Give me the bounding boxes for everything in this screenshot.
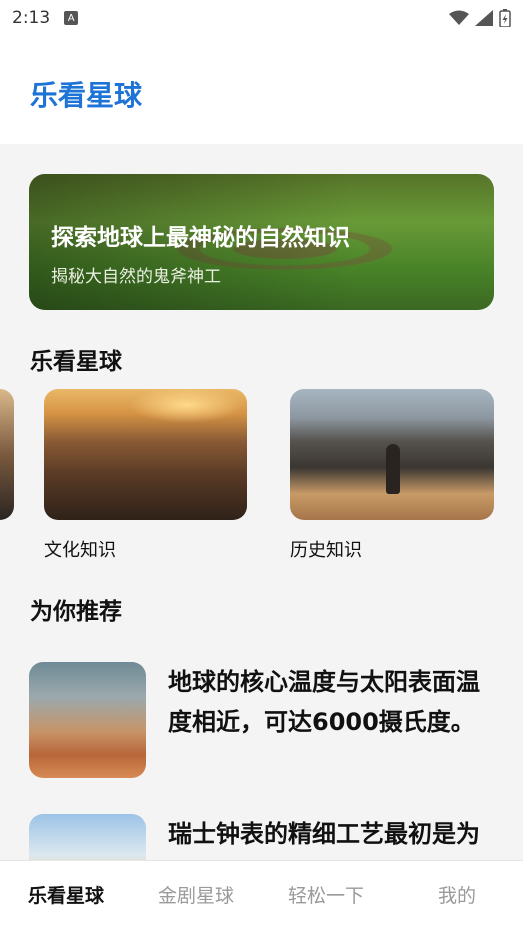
nav-item-jinju[interactable]: 金剧星球 bbox=[141, 881, 251, 908]
hero-banner[interactable]: 探索地球上最神秘的自然知识 揭秘大自然的鬼斧神工 bbox=[29, 174, 494, 310]
recommend-text: 瑞士钟表的精细工艺最初是为了配合宗教时间上的精准 bbox=[168, 820, 480, 848]
nav-item-relax[interactable]: 轻松一下 bbox=[271, 881, 381, 908]
bottom-nav: 乐看星球 金剧星球 轻松一下 我的 bbox=[0, 860, 523, 931]
signal-icon bbox=[475, 10, 493, 26]
category-card-history-label[interactable]: 历史知识 bbox=[290, 536, 362, 562]
banner-subtitle: 揭秘大自然的鬼斧神工 bbox=[51, 267, 221, 287]
banner-title: 探索地球上最神秘的自然知识 bbox=[51, 225, 350, 251]
hiker-figure bbox=[386, 444, 400, 494]
status-bar: 2:13 A bbox=[0, 0, 523, 36]
recommend-text: 地球的核心温度与太阳表面温度相近，可达6000摄氏度。 bbox=[168, 668, 480, 736]
category-card-history-image[interactable] bbox=[290, 389, 494, 520]
section-title-categories: 乐看星球 bbox=[30, 349, 122, 375]
status-time: 2:13 bbox=[12, 8, 51, 28]
category-card-culture-image[interactable] bbox=[44, 389, 247, 520]
recommend-thumbnail bbox=[29, 662, 146, 778]
status-icons bbox=[449, 9, 511, 27]
nav-item-mine[interactable]: 我的 bbox=[402, 881, 512, 908]
wifi-icon bbox=[449, 10, 469, 25]
battery-icon bbox=[499, 9, 511, 27]
category-card-partial[interactable] bbox=[0, 389, 14, 520]
main-content[interactable]: 探索地球上最神秘的自然知识 揭秘大自然的鬼斧神工 乐看星球 文化知识 历史知识 … bbox=[0, 144, 523, 860]
section-title-recommend: 为你推荐 bbox=[30, 599, 122, 625]
category-card-culture-label[interactable]: 文化知识 bbox=[44, 536, 116, 562]
page-title: 乐看星球 bbox=[30, 79, 143, 112]
notification-icon: A bbox=[64, 11, 79, 25]
nav-item-lekan[interactable]: 乐看星球 bbox=[11, 881, 121, 908]
recommend-thumbnail bbox=[29, 814, 146, 860]
app-bar: 乐看星球 bbox=[0, 36, 523, 144]
